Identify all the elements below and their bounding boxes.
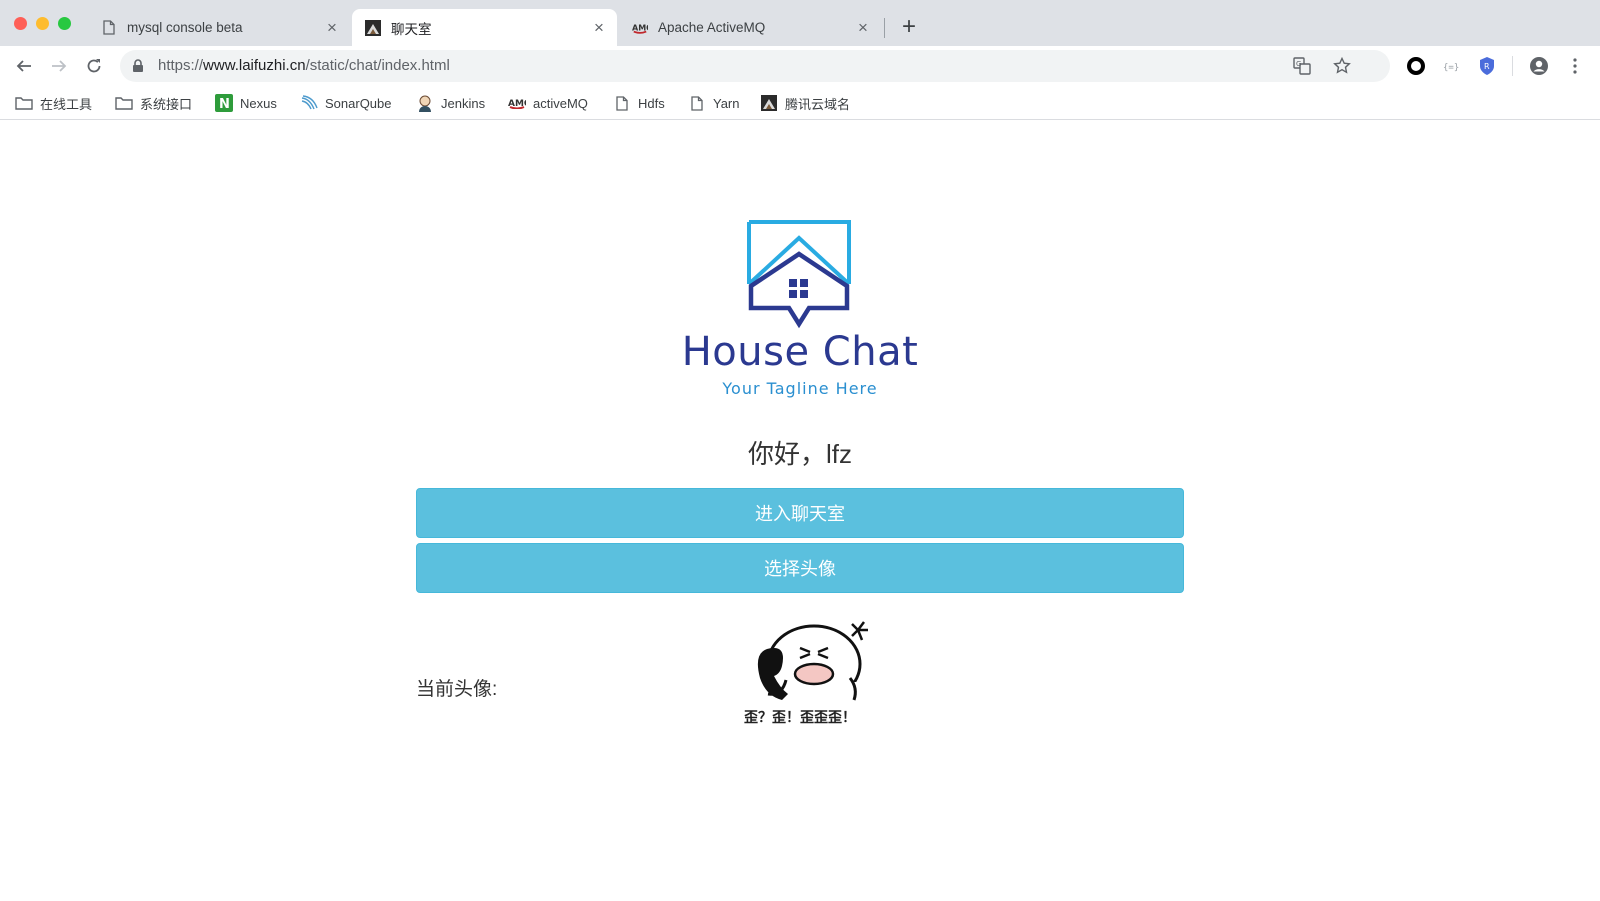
arrow-left-icon	[16, 60, 31, 72]
site-image-icon	[760, 94, 778, 112]
choose-avatar-button[interactable]: 选择头像	[416, 543, 1184, 593]
tab-close-icon[interactable]: ×	[591, 18, 607, 37]
bookmark-label: Yarn	[713, 95, 740, 111]
url-host: www.laifuzhi.cn	[203, 57, 306, 74]
house-chat-logo-icon	[747, 220, 851, 329]
bookmark-jenkins[interactable]: Jenkins	[416, 92, 485, 114]
bookmark-yarn[interactable]: Yarn	[688, 92, 740, 114]
bookmark-label: Hdfs	[638, 95, 665, 111]
bookmark-hdfs[interactable]: Hdfs	[613, 92, 665, 114]
page-icon	[101, 20, 117, 36]
svg-text:{=}: {=}	[1443, 63, 1459, 72]
tab-title: 聊天室	[391, 21, 432, 37]
arrow-right-icon	[52, 60, 67, 72]
page-content: House Chat Your Tagline Here 你好，lfz 进入聊天…	[0, 121, 1600, 901]
address-bar[interactable]: https://www.laifuzhi.cn/static/chat/inde…	[120, 50, 1390, 82]
toolbar-divider	[1512, 56, 1513, 76]
svg-text:G: G	[1296, 60, 1301, 68]
folder-icon	[115, 94, 133, 112]
page-icon	[688, 94, 706, 112]
amq-icon: AMQ	[508, 94, 526, 112]
tab-separator	[884, 18, 885, 38]
url-scheme: https://	[158, 57, 204, 74]
tab-close-icon[interactable]: ×	[855, 18, 871, 37]
new-tab-button[interactable]: +	[898, 13, 920, 40]
brand-tagline: Your Tagline Here	[722, 379, 878, 398]
reload-button[interactable]	[81, 53, 107, 79]
tab-mysql-console[interactable]: mysql console beta ×	[88, 9, 350, 46]
tab-title: mysql console beta	[127, 20, 243, 35]
bookmark-label: Nexus	[240, 95, 277, 111]
translate-icon[interactable]: G	[1292, 56, 1312, 76]
brand-title: House Chat	[681, 329, 919, 375]
bookmark-label: 在线工具	[40, 96, 93, 112]
current-avatar-label: 当前头像:	[416, 679, 498, 700]
svg-text:R: R	[1484, 62, 1490, 71]
bookmark-nexus[interactable]: N Nexus	[215, 92, 277, 114]
url-path: /static/chat/index.html	[305, 57, 450, 74]
site-image-icon	[365, 19, 381, 36]
bookmark-label: activeMQ	[533, 95, 588, 111]
svg-text:N: N	[219, 97, 230, 112]
reload-icon	[87, 59, 101, 73]
tab-strip: mysql console beta × 聊天室 × AMQ Apache Ac…	[0, 0, 1600, 46]
profile-avatar-icon[interactable]	[1528, 55, 1550, 77]
tab-title: Apache ActiveMQ	[658, 20, 766, 35]
amq-icon: AMQ	[632, 20, 648, 36]
page-icon	[613, 94, 631, 112]
bookmark-label: 腾讯云域名	[785, 96, 851, 112]
avatar-caption: 歪？歪！歪歪歪！	[744, 709, 856, 725]
lock-icon[interactable]	[132, 59, 144, 78]
url-text: https://www.laifuzhi.cn/static/chat/inde…	[158, 57, 450, 74]
back-button[interactable]	[11, 53, 37, 79]
bookmark-activemq[interactable]: AMQ activeMQ	[508, 92, 588, 114]
avatar-meme-image	[757, 621, 868, 708]
close-window-button[interactable]	[14, 17, 27, 30]
jenkins-icon	[416, 94, 434, 112]
extension-circle-icon[interactable]	[1405, 55, 1427, 77]
greeting-text: 你好，lfz	[747, 439, 852, 469]
tab-activemq[interactable]: AMQ Apache ActiveMQ ×	[619, 9, 881, 46]
extension-shield-icon[interactable]: R	[1476, 55, 1498, 77]
bookmark-star-icon[interactable]	[1332, 56, 1352, 76]
bookmark-system-api[interactable]: 系统接口	[115, 92, 192, 114]
bookmark-tencent-domain[interactable]: 腾讯云域名	[760, 92, 850, 114]
tab-close-icon[interactable]: ×	[324, 18, 340, 37]
maximize-window-button[interactable]	[58, 17, 71, 30]
browser-toolbar: https://www.laifuzhi.cn/static/chat/inde…	[0, 46, 1600, 86]
bookmarks-bar: 在线工具 系统接口 N Nexus SonarQube Jenkins AMQ …	[0, 86, 1600, 120]
bookmark-online-tools[interactable]: 在线工具	[15, 92, 92, 114]
folder-icon	[15, 94, 33, 112]
extension-json-icon[interactable]: {=}	[1441, 55, 1463, 77]
enter-chatroom-button[interactable]: 进入聊天室	[416, 488, 1184, 538]
menu-kebab-icon[interactable]	[1564, 55, 1586, 77]
bookmark-label: 系统接口	[140, 96, 193, 112]
nexus-icon: N	[215, 94, 233, 112]
bookmark-label: SonarQube	[325, 95, 392, 111]
forward-button[interactable]	[46, 53, 72, 79]
tab-chatroom[interactable]: 聊天室 ×	[352, 9, 617, 46]
bookmark-sonarqube[interactable]: SonarQube	[300, 92, 392, 114]
bookmark-label: Jenkins	[441, 95, 486, 111]
minimize-window-button[interactable]	[36, 17, 49, 30]
sonarqube-icon	[300, 94, 318, 112]
